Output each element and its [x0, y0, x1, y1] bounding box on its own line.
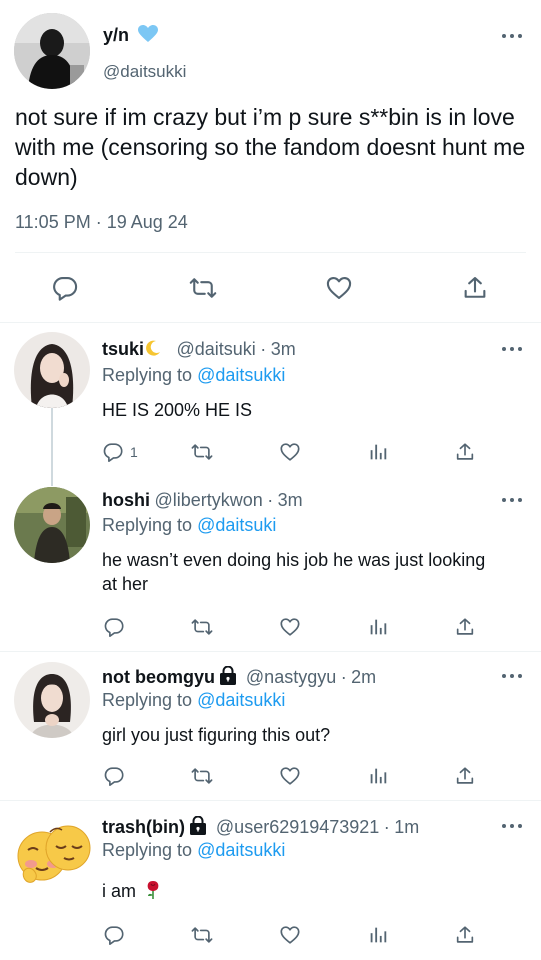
reply-header: trash(bin) @user62919473921 · 1m — [102, 815, 419, 840]
reply-display-name[interactable]: hoshi — [102, 490, 150, 510]
thread-line — [51, 408, 53, 486]
retweet-icon[interactable] — [188, 923, 216, 947]
reply-icon[interactable] — [102, 764, 126, 788]
replying-to: Replying to @daitsukki — [102, 840, 286, 860]
more-options-icon[interactable] — [502, 346, 522, 352]
separator-dot: · — [260, 339, 267, 359]
more-options-icon[interactable] — [502, 673, 522, 679]
analytics-icon[interactable] — [366, 923, 390, 947]
retweet-icon[interactable] — [186, 271, 220, 305]
reply-age[interactable]: 3m — [271, 339, 296, 359]
blue-heart-icon — [138, 25, 159, 48]
replying-to-handle[interactable]: @daitsukki — [197, 690, 285, 710]
reply-icon[interactable] — [102, 615, 126, 639]
analytics-icon[interactable] — [366, 615, 390, 639]
reply-text: i am — [102, 881, 137, 901]
more-options-icon[interactable] — [502, 33, 522, 39]
like-icon[interactable] — [277, 923, 303, 947]
retweet-icon[interactable] — [188, 615, 216, 639]
retweet-icon[interactable] — [188, 440, 216, 464]
more-options-icon[interactable] — [502, 823, 522, 829]
separator-dot: · — [383, 817, 390, 837]
separator-dot: · — [267, 490, 274, 510]
share-icon[interactable] — [453, 440, 477, 464]
reply-icon[interactable] — [48, 271, 82, 305]
reply-handle[interactable]: @user62919473921 — [216, 817, 379, 837]
reply-handle[interactable]: @nastygyu — [246, 667, 336, 687]
reply-icon — [103, 443, 123, 462]
like-icon[interactable] — [277, 764, 303, 788]
divider — [0, 800, 541, 801]
reply-age[interactable]: 3m — [278, 490, 303, 510]
crescent-moon-icon — [144, 339, 162, 362]
reply-count: 1 — [130, 444, 138, 460]
replying-to-handle[interactable]: @daitsukki — [197, 365, 285, 385]
lock-icon — [219, 665, 237, 690]
reply-header: tsuki @daitsuki · 3m — [102, 339, 296, 362]
share-icon[interactable] — [453, 764, 477, 788]
replying-to: Replying to @daitsukki — [102, 690, 286, 710]
reply-header: hoshi @libertykwon · 3m — [102, 490, 303, 511]
divider — [0, 651, 541, 652]
share-icon[interactable] — [458, 271, 492, 305]
replying-to: Replying to @daitsukki — [102, 365, 286, 385]
reply-display-name[interactable]: trash(bin) — [102, 817, 185, 837]
main-avatar[interactable] — [14, 13, 90, 89]
reply-display-name[interactable]: tsuki — [102, 339, 144, 359]
replying-to-handle[interactable]: @daitsukki — [197, 840, 285, 860]
reply-avatar[interactable] — [14, 662, 90, 738]
reply-text: HE IS 200% HE IS — [102, 400, 253, 420]
analytics-icon[interactable] — [366, 440, 390, 464]
retweet-icon[interactable] — [188, 764, 216, 788]
main-display-name[interactable]: y/n — [103, 25, 159, 48]
like-icon[interactable] — [277, 440, 303, 464]
reply-icon[interactable] — [102, 923, 126, 947]
reply-text: girl you just figuring this out? — [102, 725, 331, 745]
like-icon[interactable] — [322, 271, 356, 305]
reply-handle[interactable]: @libertykwon — [154, 490, 262, 510]
reply-avatar[interactable] — [14, 487, 90, 563]
reply-handle[interactable]: @daitsuki — [176, 339, 255, 359]
reply-display-name[interactable]: not beomgyu — [102, 667, 215, 687]
reply-button[interactable]: 1 — [102, 440, 138, 464]
reply-age[interactable]: 1m — [394, 817, 419, 837]
reply-text-container: i am — [102, 879, 522, 906]
like-icon[interactable] — [277, 615, 303, 639]
share-icon[interactable] — [453, 923, 477, 947]
reply-header: not beomgyu @nastygyu · 2m — [102, 665, 376, 690]
lock-icon — [189, 815, 207, 840]
divider — [15, 252, 526, 253]
tweet-timestamp[interactable]: 11:05 PM · 19 Aug 24 — [15, 212, 188, 233]
reply-avatar[interactable] — [14, 332, 90, 408]
reply-avatar[interactable] — [14, 812, 94, 890]
replying-to-handle[interactable]: @daitsuki — [197, 515, 276, 535]
replying-to: Replying to @daitsuki — [102, 515, 277, 535]
separator-dot: · — [340, 667, 347, 687]
main-handle[interactable]: @daitsukki — [103, 62, 186, 82]
analytics-icon[interactable] — [366, 764, 390, 788]
main-tweet-text: not sure if im crazy but i’m p sure s**b… — [15, 104, 526, 190]
share-icon[interactable] — [453, 615, 477, 639]
divider — [0, 322, 541, 323]
rose-icon — [145, 880, 161, 906]
more-options-icon[interactable] — [502, 497, 522, 503]
reply-text: he wasn’t even doing his job he was just… — [102, 550, 486, 594]
reply-age[interactable]: 2m — [351, 667, 376, 687]
